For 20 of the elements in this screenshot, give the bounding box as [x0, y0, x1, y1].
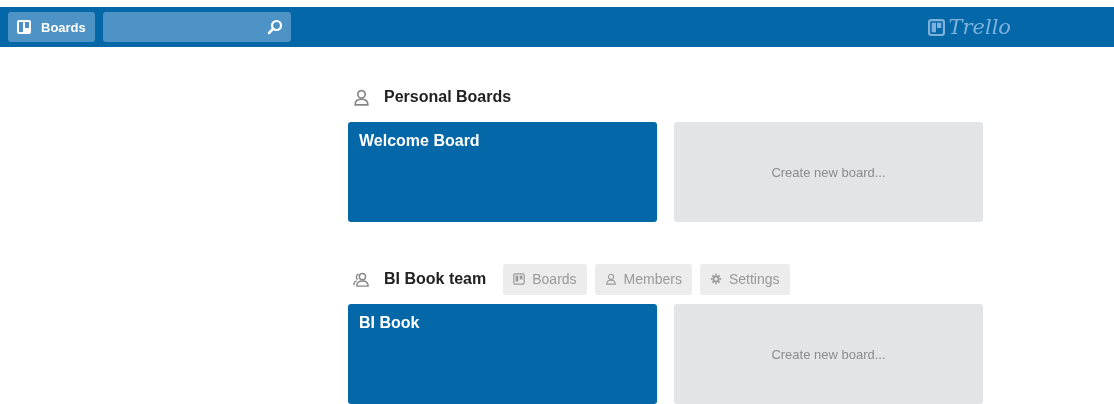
search-field[interactable]	[102, 12, 291, 42]
section-title: BI Book team	[384, 270, 487, 288]
team-tab[interactable]: Settings	[699, 263, 790, 295]
boards-button[interactable]: Boards	[8, 12, 95, 42]
section-title: Personal Boards	[384, 88, 512, 106]
person-icon	[604, 273, 617, 285]
person-icon	[353, 88, 370, 106]
search-icon	[266, 19, 283, 35]
logo-text: Trello	[948, 15, 1011, 39]
people-icon	[353, 270, 370, 288]
board-icon	[928, 18, 946, 36]
board-icon	[513, 273, 526, 285]
create-board-tile[interactable]: Create new board...	[674, 304, 983, 404]
board-icon	[17, 20, 31, 34]
board-tile[interactable]: Welcome Board	[348, 122, 657, 222]
create-board-tile[interactable]: Create new board...	[674, 122, 983, 222]
settings-icon	[709, 273, 722, 285]
team-tab[interactable]: Members	[594, 263, 692, 295]
board-tile[interactable]: BI Book	[348, 304, 657, 404]
team-tab[interactable]: Boards	[503, 263, 587, 295]
